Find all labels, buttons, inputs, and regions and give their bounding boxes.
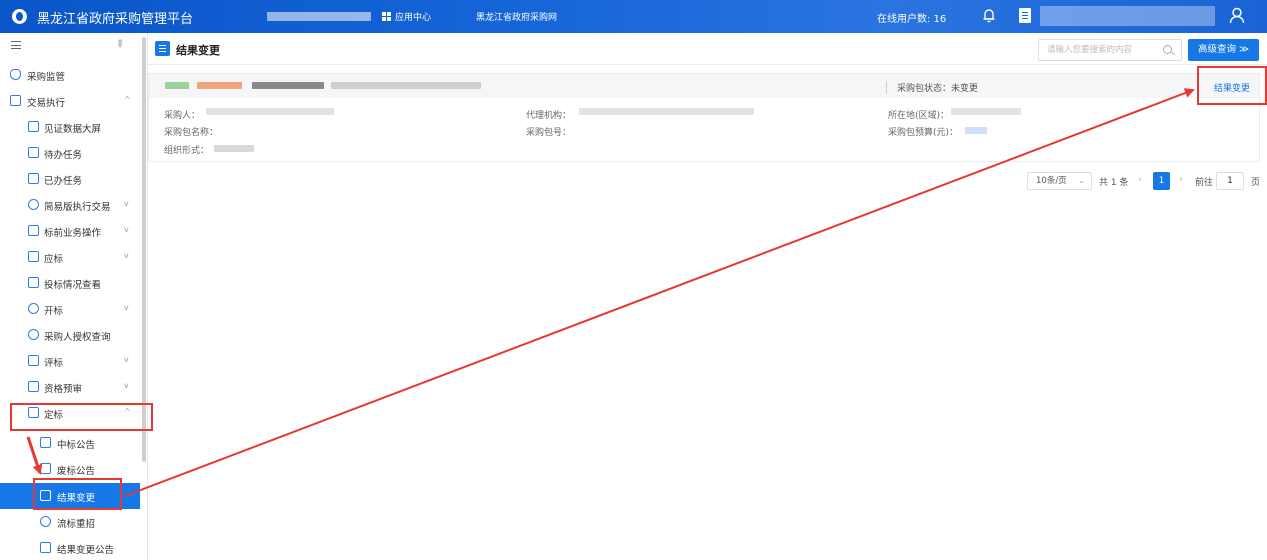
result-card: 采购包状态：未变更 结果变更 采购人： 代理机构： 所在地(区域)： 采购包名称… <box>148 73 1260 162</box>
chevron-down-icon: v <box>124 251 129 260</box>
sidebar-item-data-screen[interactable]: 见证数据大屏 <box>0 114 140 140</box>
annotation-box-award <box>10 403 153 431</box>
chevron-down-icon: v <box>124 355 129 364</box>
region-label: 所在地(区域)： <box>888 111 950 121</box>
app-grid-icon[interactable] <box>382 12 391 21</box>
page-size-select[interactable]: 10条/页 ⌄ <box>1027 172 1092 190</box>
chevron-down-icon: v <box>124 381 129 390</box>
package-name-label: 采购包名称： <box>164 128 219 138</box>
search-icon[interactable] <box>1163 45 1172 54</box>
done-icon <box>28 173 39 184</box>
evaluate-icon <box>28 355 39 366</box>
sidebar-item-winning-notice[interactable]: 中标公告 <box>0 430 140 456</box>
next-page-icon[interactable]: › <box>1179 174 1183 185</box>
sidebar-scrollbar[interactable] <box>142 37 146 462</box>
screen-icon <box>28 121 39 132</box>
chevron-down-icon: v <box>124 225 129 234</box>
sidebar-item-auth-query[interactable]: 采购人授权查询 <box>0 322 140 348</box>
app-center-link[interactable]: 应用中心 <box>395 10 431 23</box>
org-form-label: 组织形式： <box>164 146 210 156</box>
chevron-down-icon: ⌄ <box>1077 176 1085 186</box>
redacted-value <box>965 127 987 134</box>
package-status: 采购包状态：未变更 <box>886 81 978 94</box>
purchaser-label: 采购人： <box>164 111 201 121</box>
prev-page-icon[interactable]: ‹ <box>1138 174 1142 185</box>
notice-icon <box>40 463 51 474</box>
agency-label: 代理机构： <box>526 111 572 121</box>
auth-query-icon <box>28 329 39 340</box>
sidebar-item-transaction[interactable]: 交易执行 ^ <box>0 88 140 114</box>
rebid-icon <box>40 516 51 527</box>
platform-logo-icon <box>12 9 27 24</box>
redacted-username <box>1040 6 1215 26</box>
notice-icon <box>40 542 51 553</box>
redacted-tag <box>197 82 242 89</box>
goto-label: 前往 <box>1195 178 1214 188</box>
sidebar-item-simple-trade[interactable]: 简易版执行交易 v <box>0 192 140 218</box>
online-users: 在线用户数: 16 <box>877 14 947 25</box>
chevron-down-icon: v <box>124 303 129 312</box>
redacted-project-name <box>252 82 324 89</box>
redacted-value <box>206 108 334 115</box>
todo-icon <box>28 147 39 158</box>
goto-page-input[interactable]: 1 <box>1216 172 1244 190</box>
user-icon[interactable] <box>1229 7 1245 24</box>
simple-trade-icon <box>28 199 39 210</box>
transaction-icon <box>10 95 21 106</box>
main-content: 结果变更 高级查询 ≫ 采购包状态：未变更 结果变更 采购人： 代理机构： 所在… <box>148 33 1267 560</box>
gov-procurement-link[interactable]: 黑龙江省政府采购网 <box>476 10 557 23</box>
pin-icon[interactable]: ✎ <box>112 38 126 52</box>
redacted-value <box>579 108 754 115</box>
bid-view-icon <box>28 277 39 288</box>
total-count: 共 1 条 <box>1099 178 1129 188</box>
bell-icon[interactable] <box>982 8 996 23</box>
redacted-value <box>214 145 254 152</box>
annotation-box-result-change-link <box>1197 66 1267 105</box>
package-no-label: 采购包号： <box>526 128 572 138</box>
shield-icon <box>10 69 21 80</box>
sidebar-item-rebid[interactable]: 流标重招 <box>0 509 140 535</box>
document-icon[interactable] <box>1019 8 1031 23</box>
redacted-value <box>951 108 1021 115</box>
sidebar-item-open-bid[interactable]: 开标 v <box>0 296 140 322</box>
open-bid-icon <box>28 303 39 314</box>
page-title: 结果变更 <box>176 44 220 57</box>
sidebar-header: ✎ <box>0 33 148 58</box>
search-box[interactable] <box>1038 39 1182 61</box>
chevron-down-icon: v <box>124 199 129 208</box>
advanced-search-button[interactable]: 高级查询 ≫ <box>1188 39 1259 61</box>
sidebar-item-bid[interactable]: 应标 v <box>0 244 140 270</box>
current-page[interactable]: 1 <box>1153 172 1170 190</box>
goto-suffix: 页 <box>1251 178 1261 188</box>
sidebar-item-bid-view[interactable]: 投标情况查看 <box>0 270 140 296</box>
sidebar-item-done[interactable]: 已办任务 <box>0 166 140 192</box>
cart-icon <box>28 225 39 236</box>
sidebar-item-procurement-supervision[interactable]: 采购监管 <box>0 62 140 88</box>
menu-toggle-icon[interactable] <box>11 41 21 49</box>
redacted-project-name <box>331 82 481 89</box>
sidebar-item-result-change-notice[interactable]: 结果变更公告 <box>0 535 140 560</box>
app-title: 黑龙江省政府采购管理平台 <box>37 12 194 27</box>
budget-label: 采购包预算(元)： <box>888 128 959 138</box>
bid-icon <box>28 251 39 262</box>
redacted-user-org <box>267 12 371 21</box>
page-title-icon <box>155 41 170 56</box>
prequalify-icon <box>28 381 39 392</box>
sidebar-item-prequalify[interactable]: 资格预审 v <box>0 374 140 400</box>
sidebar-item-todo[interactable]: 待办任务 <box>0 140 140 166</box>
sidebar-item-pre-bid[interactable]: 标前业务操作 v <box>0 218 140 244</box>
search-input[interactable] <box>1039 40 1157 60</box>
annotation-box-result-change-menu <box>33 478 122 510</box>
page-header: 结果变更 高级查询 ≫ <box>148 33 1267 65</box>
redacted-tag <box>165 82 189 89</box>
chevron-up-icon: ^ <box>124 95 131 104</box>
top-bar: 黑龙江省政府采购管理平台 应用中心 黑龙江省政府采购网 在线用户数: 16 <box>0 0 1267 33</box>
card-header: 采购包状态：未变更 结果变更 <box>149 74 1259 98</box>
sidebar-item-evaluate[interactable]: 评标 v <box>0 348 140 374</box>
notice-icon <box>40 437 51 448</box>
